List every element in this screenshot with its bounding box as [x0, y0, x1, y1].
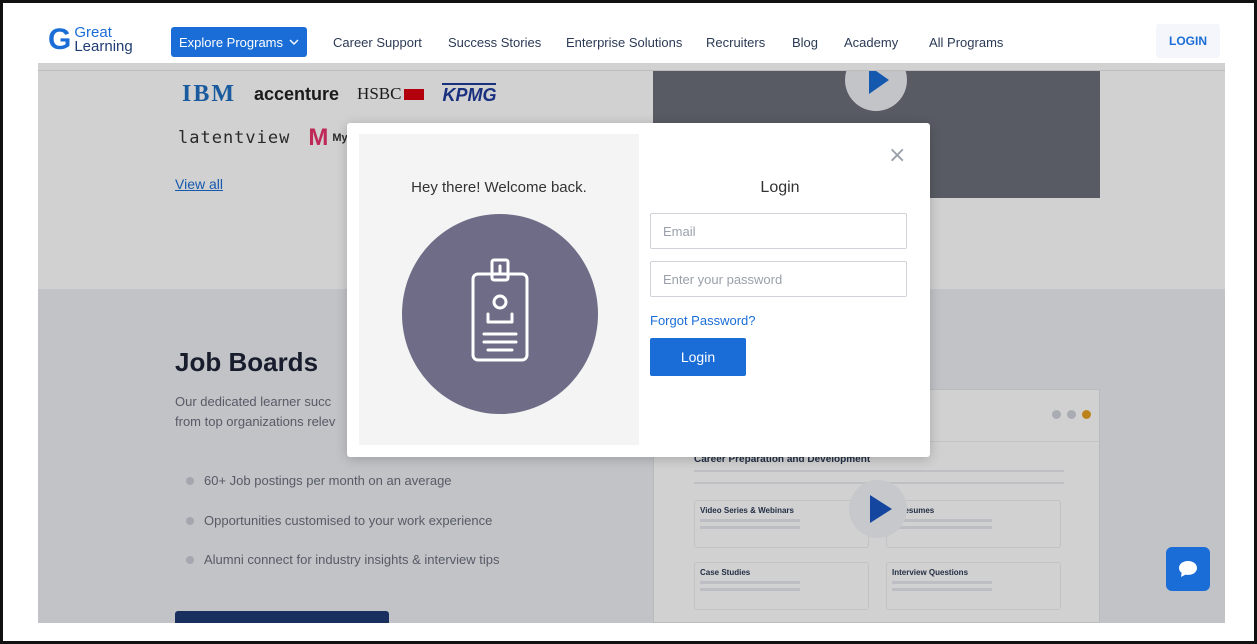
nav-blog[interactable]: Blog: [792, 35, 818, 50]
logo-text: Great Learning: [74, 25, 133, 55]
email-input[interactable]: [650, 213, 907, 249]
chat-bubble-icon: [1179, 561, 1197, 577]
nav-career-support[interactable]: Career Support: [333, 35, 422, 50]
header-login-button[interactable]: LOGIN: [1156, 24, 1220, 58]
close-icon[interactable]: ×: [888, 143, 906, 168]
modal-illustration-panel: Hey there! Welcome back.: [359, 134, 639, 445]
chevron-down-icon: [289, 39, 299, 45]
forgot-password-link[interactable]: Forgot Password?: [650, 313, 756, 328]
browser-frame: G Great Learning Explore Programs Career…: [0, 0, 1257, 644]
nav-academy[interactable]: Academy: [844, 35, 898, 50]
site-header: G Great Learning Explore Programs Career…: [38, 11, 1225, 71]
login-modal: Hey there! Welcome back. × Login Email F…: [347, 123, 930, 457]
logo-mark: G: [48, 23, 72, 56]
great-learning-logo[interactable]: G Great Learning: [48, 23, 148, 57]
nav-success-stories[interactable]: Success Stories: [448, 35, 541, 50]
id-badge-illustration: [402, 214, 598, 414]
chat-button[interactable]: [1166, 547, 1210, 591]
password-input[interactable]: [650, 261, 907, 297]
id-badge-icon: [471, 258, 529, 362]
welcome-text: Hey there! Welcome back.: [411, 179, 587, 196]
login-title: Login: [760, 179, 800, 196]
explore-programs-button[interactable]: Explore Programs: [171, 27, 307, 57]
nav-recruiters[interactable]: Recruiters: [706, 35, 765, 50]
logo-line-2: Learning: [74, 38, 133, 55]
nav-enterprise-solutions[interactable]: Enterprise Solutions: [566, 35, 682, 50]
explore-programs-label: Explore Programs: [178, 34, 284, 50]
login-submit-button[interactable]: Login: [650, 338, 746, 376]
nav-all-programs[interactable]: All Programs: [929, 35, 1003, 50]
